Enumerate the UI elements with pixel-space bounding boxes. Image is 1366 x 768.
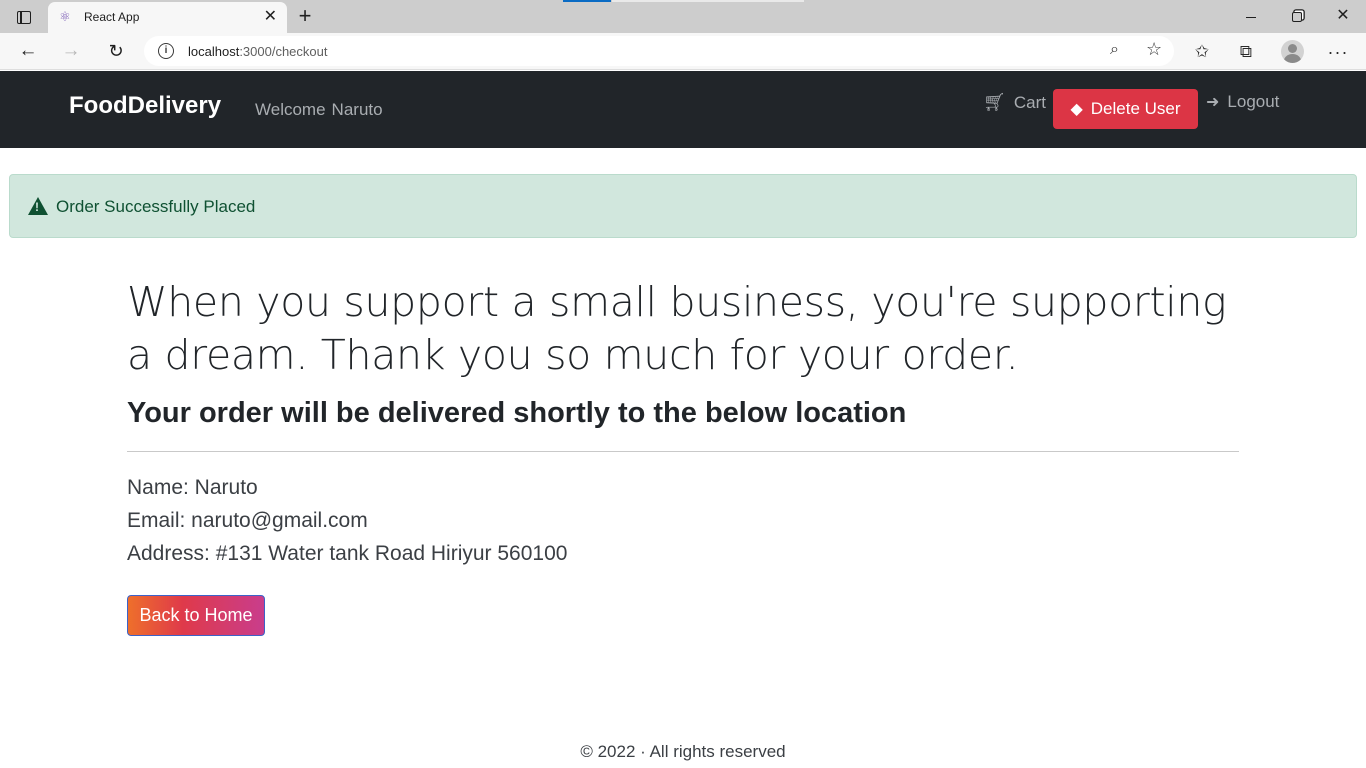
browser-toolbar: ← → ↻ i localhost:3000/checkout ⌕ ☆ ✩ ⧉ … (0, 33, 1366, 70)
delivery-subheading: Your order will be delivered shortly to … (127, 397, 907, 429)
tab-actions-icon[interactable] (9, 7, 39, 27)
url-path: :3000/checkout (239, 44, 328, 59)
welcome-label: Welcome (255, 100, 326, 119)
window-close-icon[interactable]: ✕ (1331, 6, 1355, 26)
more-dots-icon[interactable]: ··· (1327, 41, 1349, 63)
restore-icon[interactable] (1285, 6, 1309, 26)
divider (127, 451, 1239, 452)
brand-logo[interactable]: FoodDelivery (69, 92, 221, 120)
cart-label: Cart (1013, 92, 1046, 112)
info-icon[interactable]: i (158, 43, 174, 59)
tab-drag-indicator (563, 0, 611, 2)
alert-message: Order Successfully Placed (56, 197, 256, 216)
back-arrow-icon[interactable]: ← (16, 39, 40, 63)
reload-icon[interactable]: ↻ (104, 39, 128, 63)
minimize-icon[interactable] (1239, 6, 1263, 26)
welcome-text: Welcome Naruto (255, 100, 383, 120)
react-atom-icon: ⚛ (59, 9, 71, 24)
url-text[interactable]: localhost:3000/checkout (188, 44, 328, 59)
tab-title: React App (84, 10, 140, 24)
shopping-cart-icon: 🛒︎ (983, 92, 1006, 112)
back-to-home-button[interactable]: Back to Home (127, 595, 265, 636)
logout-label: Logout (1227, 92, 1280, 111)
favorites-icon[interactable]: ✩ (1191, 41, 1213, 63)
eraser-icon: ◆ (1070, 101, 1083, 118)
sign-out-icon: ➜ (1206, 94, 1220, 111)
warning-triangle-icon (28, 197, 48, 215)
profile-avatar[interactable] (1281, 40, 1304, 63)
star-add-icon[interactable]: ☆ (1146, 39, 1162, 60)
zoom-icon[interactable]: ⌕ (1110, 41, 1119, 59)
close-tab-icon[interactable]: ✕ (264, 8, 277, 26)
tab-drag-track (612, 0, 804, 2)
browser-tabstrip: ⚛ React App ✕ + ✕ (0, 0, 1366, 33)
footer-copyright: © 2022 · All rights reserved (580, 742, 786, 761)
delete-user-label: Delete User (1090, 99, 1181, 118)
address-bar[interactable]: i localhost:3000/checkout ⌕ ☆ (144, 36, 1174, 66)
logout-link[interactable]: ➜ Logout (1206, 92, 1279, 112)
browser-tab[interactable]: ⚛ React App ✕ (48, 2, 287, 33)
thank-you-heading: When you support a small business, you'r… (127, 278, 1227, 379)
user-name: Naruto (331, 100, 383, 119)
cart-link[interactable]: 🛒︎ Cart (983, 92, 1046, 113)
customer-name: Name: Naruto (127, 476, 258, 499)
app-navbar: FoodDelivery Welcome Naruto 🛒︎ Cart ◆ Del… (0, 71, 1366, 148)
success-alert: Order Successfully Placed (9, 174, 1357, 238)
collections-icon[interactable]: ⧉ (1235, 41, 1257, 63)
new-tab-icon[interactable]: + (293, 3, 317, 29)
forward-arrow-icon[interactable]: → (59, 39, 83, 63)
delete-user-button[interactable]: ◆ Delete User (1053, 89, 1198, 129)
url-host: localhost (188, 44, 240, 59)
customer-email: Email: naruto@gmail.com (127, 509, 368, 532)
customer-address: Address: #131 Water tank Road Hiriyur 56… (127, 542, 568, 565)
